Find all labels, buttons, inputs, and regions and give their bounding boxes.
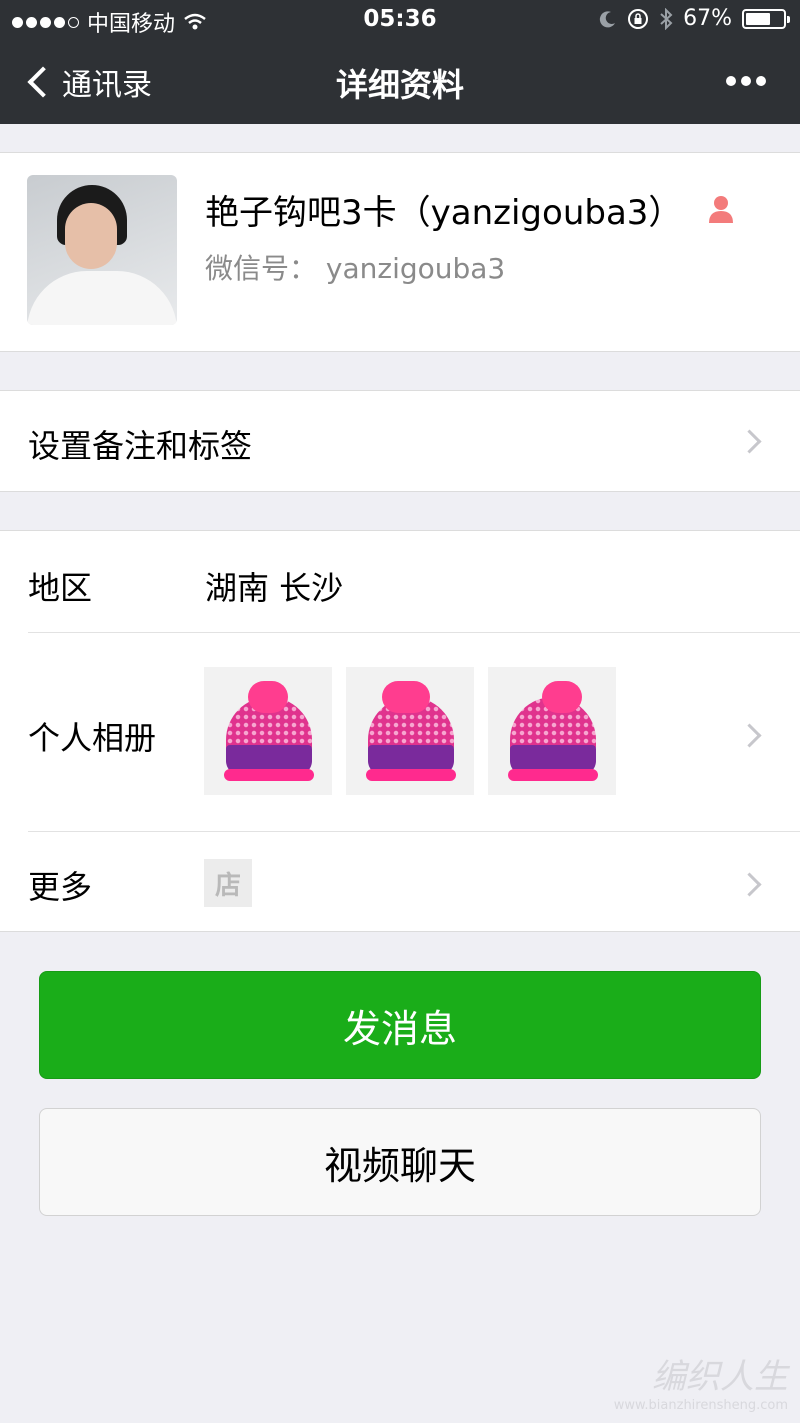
info-card: 地区 湖南 长沙 个人相册 更多 店 — [0, 530, 800, 932]
bluetooth-icon — [660, 7, 673, 30]
page-title: 详细资料 — [335, 66, 464, 104]
nav-bar: 通讯录 详细资料 — [0, 40, 800, 124]
contact-name: 艳子钩吧3卡（yanzigouba3） — [205, 193, 683, 233]
battery-percent: 67% — [683, 6, 732, 31]
wechat-id: 微信号： yanzigouba3 — [205, 252, 506, 285]
album-thumbnail[interactable] — [204, 667, 332, 795]
shop-icon: 店 — [204, 859, 252, 907]
chevron-right-icon — [737, 723, 762, 748]
region-value: 湖南 长沙 — [205, 569, 344, 607]
battery-icon — [742, 8, 790, 29]
chevron-right-icon — [737, 429, 762, 454]
chevron-right-icon — [737, 872, 762, 897]
watermark-url: www.bianzhirensheng.com — [613, 1398, 788, 1413]
avatar[interactable] — [27, 175, 177, 325]
video-call-button[interactable]: 视频聊天 — [39, 1108, 761, 1216]
send-message-button[interactable]: 发消息 — [39, 971, 761, 1079]
album-label: 个人相册 — [28, 719, 157, 757]
top-bar: 中国移动 05:36 67% 通讯录 详细资料 — [0, 0, 800, 124]
moon-icon — [599, 10, 616, 27]
set-remark-row[interactable]: 设置备注和标签 — [0, 390, 800, 492]
female-gender-icon — [709, 196, 733, 223]
album-thumbnail[interactable] — [488, 667, 616, 795]
more-row[interactable]: 更多 — [0, 832, 800, 931]
profile-card: 艳子钩吧3卡（yanzigouba3） 微信号： yanzigouba3 — [0, 152, 800, 352]
status-bar: 中国移动 05:36 67% — [0, 0, 800, 40]
set-remark-label: 设置备注和标签 — [28, 427, 253, 465]
album-thumbnail[interactable] — [346, 667, 474, 795]
watermark-brand: 编织人生 — [652, 1357, 788, 1397]
more-options-button[interactable] — [726, 76, 766, 86]
orientation-lock-icon — [628, 8, 649, 29]
region-label: 地区 — [28, 569, 93, 607]
watermark: 编织人生 www.bianzhirensheng.com — [614, 1349, 788, 1413]
more-label: 更多 — [28, 868, 93, 906]
